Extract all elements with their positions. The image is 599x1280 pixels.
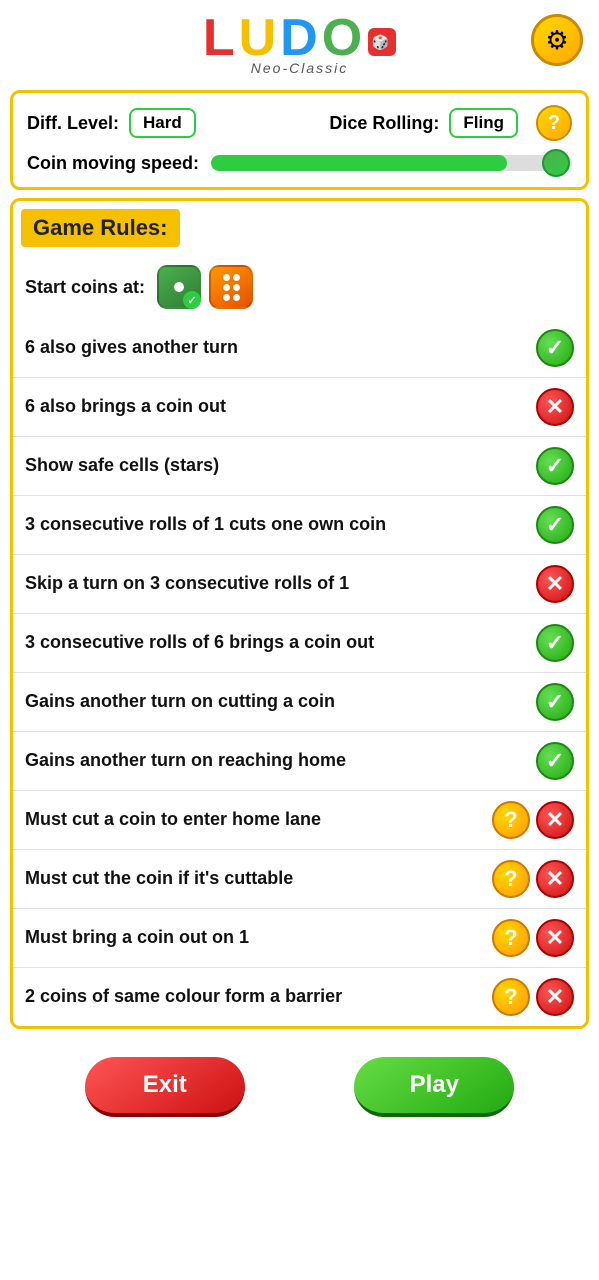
dot (223, 294, 230, 301)
diff-row: Diff. Level: Hard Dice Rolling: Fling ? (27, 105, 572, 141)
question-icon: ? (548, 112, 560, 135)
cross-icon[interactable]: ✕ (536, 565, 574, 603)
logo: LUDO🎲 Neo-Classic (203, 12, 396, 76)
gear-icon: ⚙ (545, 25, 568, 56)
check-icon[interactable]: ✓ (536, 683, 574, 721)
rules-list: 6 also gives another turn✓6 also brings … (13, 319, 586, 1026)
rule-icons-skip-turn: ✕ (536, 565, 574, 603)
header: LUDO🎲 Neo-Classic ⚙ (0, 0, 599, 84)
dot (233, 294, 240, 301)
question-icon[interactable]: ? (492, 860, 530, 898)
rule-icons-must-cut-home-lane: ?✕ (492, 801, 574, 839)
check-overlay: ✓ (183, 291, 201, 309)
start-coins-row: Start coins at: ✓ (13, 255, 586, 319)
dot (233, 284, 240, 291)
rule-icons-gain-turn-cut: ✓ (536, 683, 574, 721)
cross-icon[interactable]: ✕ (536, 388, 574, 426)
dot (223, 284, 230, 291)
rule-text-three-sixes: 3 consecutive rolls of 6 brings a coin o… (25, 631, 536, 654)
slider-fill (211, 155, 507, 171)
cross-icon[interactable]: ✕ (536, 860, 574, 898)
check-icon[interactable]: ✓ (536, 624, 574, 662)
settings-panel: Diff. Level: Hard Dice Rolling: Fling ? … (10, 90, 589, 190)
start-coins-label: Start coins at: (25, 277, 145, 298)
rule-icons-safe-cells: ✓ (536, 447, 574, 485)
game-rules-title: Game Rules: (21, 209, 180, 247)
logo-dice-icon: 🎲 (368, 28, 396, 56)
rule-icons-gain-turn-home: ✓ (536, 742, 574, 780)
dice-rolling-label: Dice Rolling: (329, 113, 439, 134)
rule-row-must-bring-out-1: Must bring a coin out on 1?✕ (13, 908, 586, 967)
rule-icons-six-gives-turn: ✓ (536, 329, 574, 367)
dot (233, 274, 240, 281)
cross-icon[interactable]: ✕ (536, 978, 574, 1016)
speed-label: Coin moving speed: (27, 153, 199, 174)
logo-text: LUDO🎲 (203, 12, 396, 64)
rule-row-six-brings-coin: 6 also brings a coin out✕ (13, 377, 586, 436)
check-icon[interactable]: ✓ (536, 447, 574, 485)
slider-track (211, 155, 572, 171)
rule-row-skip-turn: Skip a turn on 3 consecutive rolls of 1✕ (13, 554, 586, 613)
rule-icons-barrier: ?✕ (492, 978, 574, 1016)
diff-value[interactable]: Hard (129, 108, 196, 138)
rule-text-must-cut-home-lane: Must cut a coin to enter home lane (25, 808, 492, 831)
check-icon[interactable]: ✓ (536, 506, 574, 544)
rule-icons-three-ones-cut: ✓ (536, 506, 574, 544)
rule-text-must-cut-cuttable: Must cut the coin if it's cuttable (25, 867, 492, 890)
rule-row-safe-cells: Show safe cells (stars)✓ (13, 436, 586, 495)
game-rules-section: Game Rules: Start coins at: ✓ 6 also giv… (10, 198, 589, 1029)
game-rules-header-container: Game Rules: (13, 201, 586, 255)
rule-text-barrier: 2 coins of same colour form a barrier (25, 985, 492, 1008)
rule-icons-six-brings-coin: ✕ (536, 388, 574, 426)
rule-text-safe-cells: Show safe cells (stars) (25, 454, 536, 477)
dice-6-button[interactable] (209, 265, 253, 309)
diff-label: Diff. Level: (27, 113, 119, 134)
rule-text-must-bring-out-1: Must bring a coin out on 1 (25, 926, 492, 949)
rule-row-must-cut-cuttable: Must cut the coin if it's cuttable?✕ (13, 849, 586, 908)
rule-text-skip-turn: Skip a turn on 3 consecutive rolls of 1 (25, 572, 536, 595)
speed-row: Coin moving speed: (27, 151, 572, 175)
rule-text-six-brings-coin: 6 also brings a coin out (25, 395, 536, 418)
play-button[interactable]: Play (354, 1057, 514, 1117)
dice-6-dots (219, 270, 244, 305)
check-icon[interactable]: ✓ (536, 329, 574, 367)
rule-text-six-gives-turn: 6 also gives another turn (25, 336, 536, 359)
rule-row-gain-turn-home: Gains another turn on reaching home✓ (13, 731, 586, 790)
question-icon[interactable]: ? (492, 919, 530, 957)
dice-dot (174, 282, 184, 292)
exit-button[interactable]: Exit (85, 1057, 245, 1117)
logo-subtitle: Neo-Classic (251, 60, 348, 76)
rule-text-gain-turn-cut: Gains another turn on cutting a coin (25, 690, 536, 713)
rule-row-gain-turn-cut: Gains another turn on cutting a coin✓ (13, 672, 586, 731)
rule-row-barrier: 2 coins of same colour form a barrier?✕ (13, 967, 586, 1026)
rule-row-must-cut-home-lane: Must cut a coin to enter home lane?✕ (13, 790, 586, 849)
rule-text-three-ones-cut: 3 consecutive rolls of 1 cuts one own co… (25, 513, 536, 536)
cross-icon[interactable]: ✕ (536, 801, 574, 839)
dice-1-button[interactable]: ✓ (157, 265, 201, 309)
check-icon[interactable]: ✓ (536, 742, 574, 780)
rule-row-six-gives-turn: 6 also gives another turn✓ (13, 319, 586, 377)
rule-text-gain-turn-home: Gains another turn on reaching home (25, 749, 536, 772)
help-button[interactable]: ? (536, 105, 572, 141)
footer: Exit Play (0, 1037, 599, 1137)
speed-slider[interactable] (211, 151, 572, 175)
rule-row-three-ones-cut: 3 consecutive rolls of 1 cuts one own co… (13, 495, 586, 554)
rule-row-three-sixes: 3 consecutive rolls of 6 brings a coin o… (13, 613, 586, 672)
rule-icons-must-bring-out-1: ?✕ (492, 919, 574, 957)
dice-rolling-value[interactable]: Fling (449, 108, 518, 138)
rule-icons-must-cut-cuttable: ?✕ (492, 860, 574, 898)
dot (223, 274, 230, 281)
settings-button[interactable]: ⚙ (531, 14, 583, 66)
slider-thumb[interactable] (542, 149, 570, 177)
logo-letter-D: D (280, 9, 322, 67)
logo-letter-L: L (203, 9, 239, 67)
question-icon[interactable]: ? (492, 978, 530, 1016)
logo-letter-U: U (239, 9, 281, 67)
logo-letter-O: O (322, 9, 366, 67)
cross-icon[interactable]: ✕ (536, 919, 574, 957)
question-icon[interactable]: ? (492, 801, 530, 839)
rule-icons-three-sixes: ✓ (536, 624, 574, 662)
